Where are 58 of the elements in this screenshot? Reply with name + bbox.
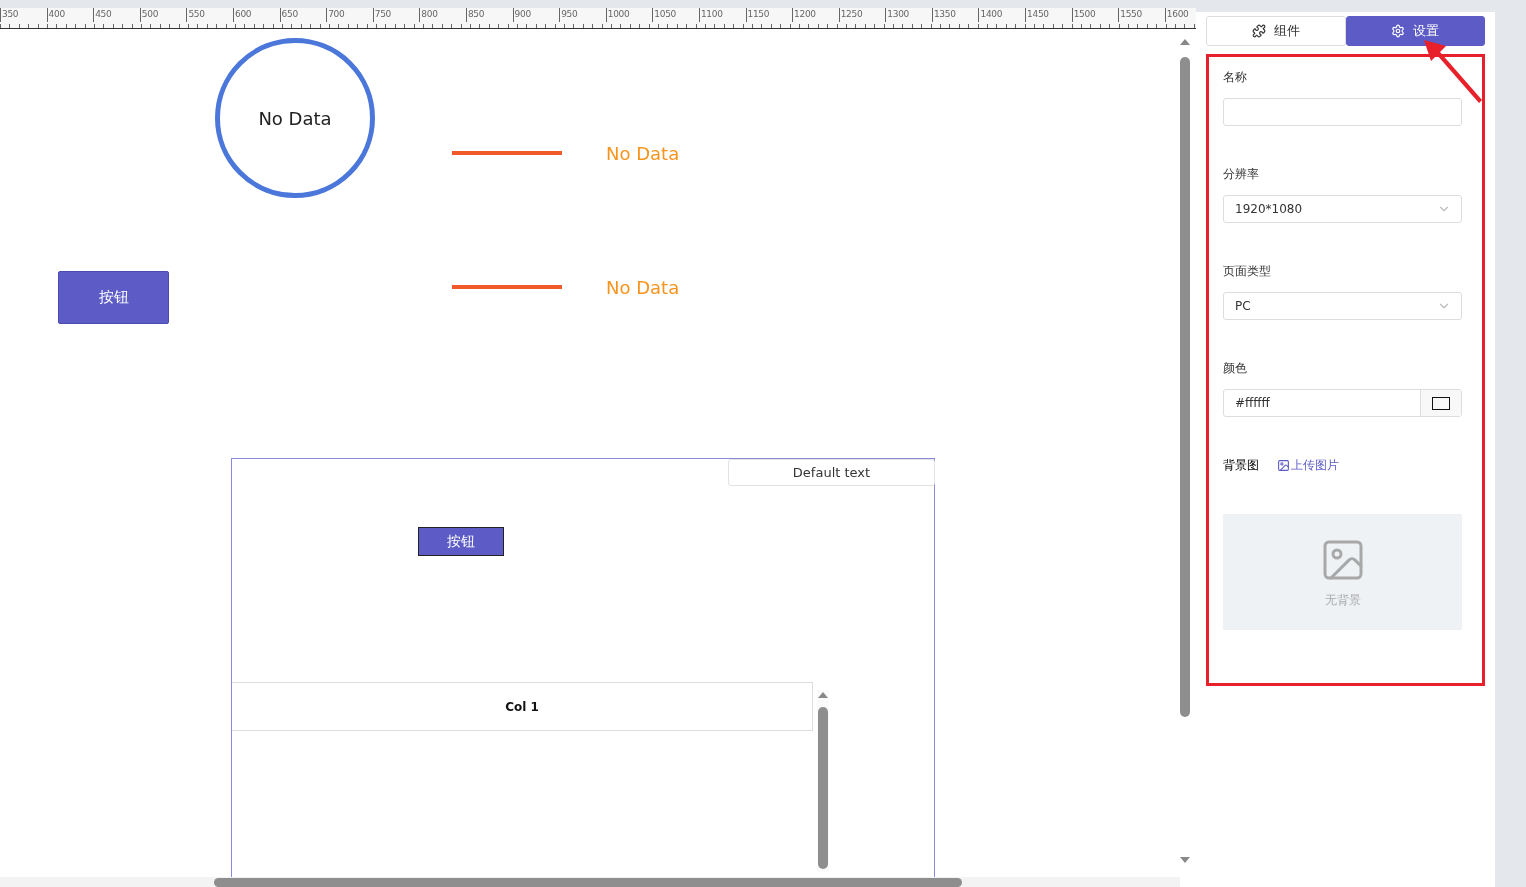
ruler-label: 750 xyxy=(372,8,420,22)
circle-gauge: No Data xyxy=(215,38,375,198)
ruler-label: 1300 xyxy=(885,8,932,22)
ruler-label: 600 xyxy=(232,8,280,22)
scroll-thumb[interactable] xyxy=(818,707,828,869)
ruler-label: 1100 xyxy=(698,8,746,22)
ruler-label: 400 xyxy=(46,8,94,22)
ruler-label: 1550 xyxy=(1118,8,1165,22)
ruler-label: 550 xyxy=(186,8,233,22)
scroll-thumb[interactable] xyxy=(214,878,962,887)
table-header: Col 1 xyxy=(232,682,813,731)
ruler-label: 1450 xyxy=(1025,8,1072,22)
line-label: No Data xyxy=(606,143,680,164)
field-label: 颜色 xyxy=(1223,360,1248,377)
panel-tab[interactable]: 组件 xyxy=(1206,16,1346,46)
ruler-label: 650 xyxy=(279,8,327,22)
select-field[interactable]: PC xyxy=(1223,292,1462,320)
settings-icon xyxy=(1391,24,1406,38)
ruler-label: 850 xyxy=(465,8,513,22)
ruler-label: 350 xyxy=(0,8,47,22)
ruler-label: 1350 xyxy=(931,8,979,22)
ruler-label: 950 xyxy=(559,8,606,22)
scroll-up-icon[interactable] xyxy=(818,692,828,698)
ruler-label: 1500 xyxy=(1071,8,1119,22)
ruler-label: 1000 xyxy=(605,8,653,22)
ruler-label: 1600 xyxy=(1164,8,1190,22)
field-label: 分辨率 xyxy=(1223,166,1260,183)
image-icon xyxy=(1277,459,1290,472)
ruler-label: 800 xyxy=(419,8,466,22)
ruler-label: 700 xyxy=(326,8,373,22)
select-field[interactable]: 1920*1080 xyxy=(1223,195,1462,223)
ruler-label: 500 xyxy=(139,8,187,22)
puzzle-icon xyxy=(1251,24,1266,38)
line-label: No Data xyxy=(606,277,680,298)
scrollbar[interactable] xyxy=(817,690,829,872)
field-label: 页面类型 xyxy=(1223,263,1272,280)
scroll-up-icon[interactable] xyxy=(1180,39,1190,45)
ruler-label: 1250 xyxy=(838,8,886,22)
ruler-label: 1400 xyxy=(978,8,1026,22)
ruler-label: 1200 xyxy=(792,8,839,22)
text-tab[interactable]: Default text xyxy=(728,459,935,486)
ruler-label: 1150 xyxy=(745,8,793,22)
scroll-thumb[interactable] xyxy=(1180,57,1190,717)
scroll-down-icon[interactable] xyxy=(1180,857,1190,863)
input-field[interactable] xyxy=(1223,98,1462,126)
field-label: 背景图 xyxy=(1223,457,1259,474)
ruler-label: 450 xyxy=(93,8,140,22)
field-label: 名称 xyxy=(1223,69,1248,86)
upload-link[interactable]: 上传图片 xyxy=(1277,457,1339,474)
color-swatch[interactable] xyxy=(1432,396,1450,410)
color-field[interactable]: #ffffff xyxy=(1223,389,1462,417)
panel-tab[interactable]: 设置 xyxy=(1345,16,1485,46)
empty-text: 无背景 xyxy=(1324,591,1361,609)
canvas-button[interactable]: 按钮 xyxy=(418,527,504,556)
scrollbar[interactable] xyxy=(0,877,1180,887)
ruler-label: 900 xyxy=(512,8,560,22)
ruler-label: 1050 xyxy=(652,8,699,22)
canvas-button[interactable]: 按钮 xyxy=(58,271,169,324)
